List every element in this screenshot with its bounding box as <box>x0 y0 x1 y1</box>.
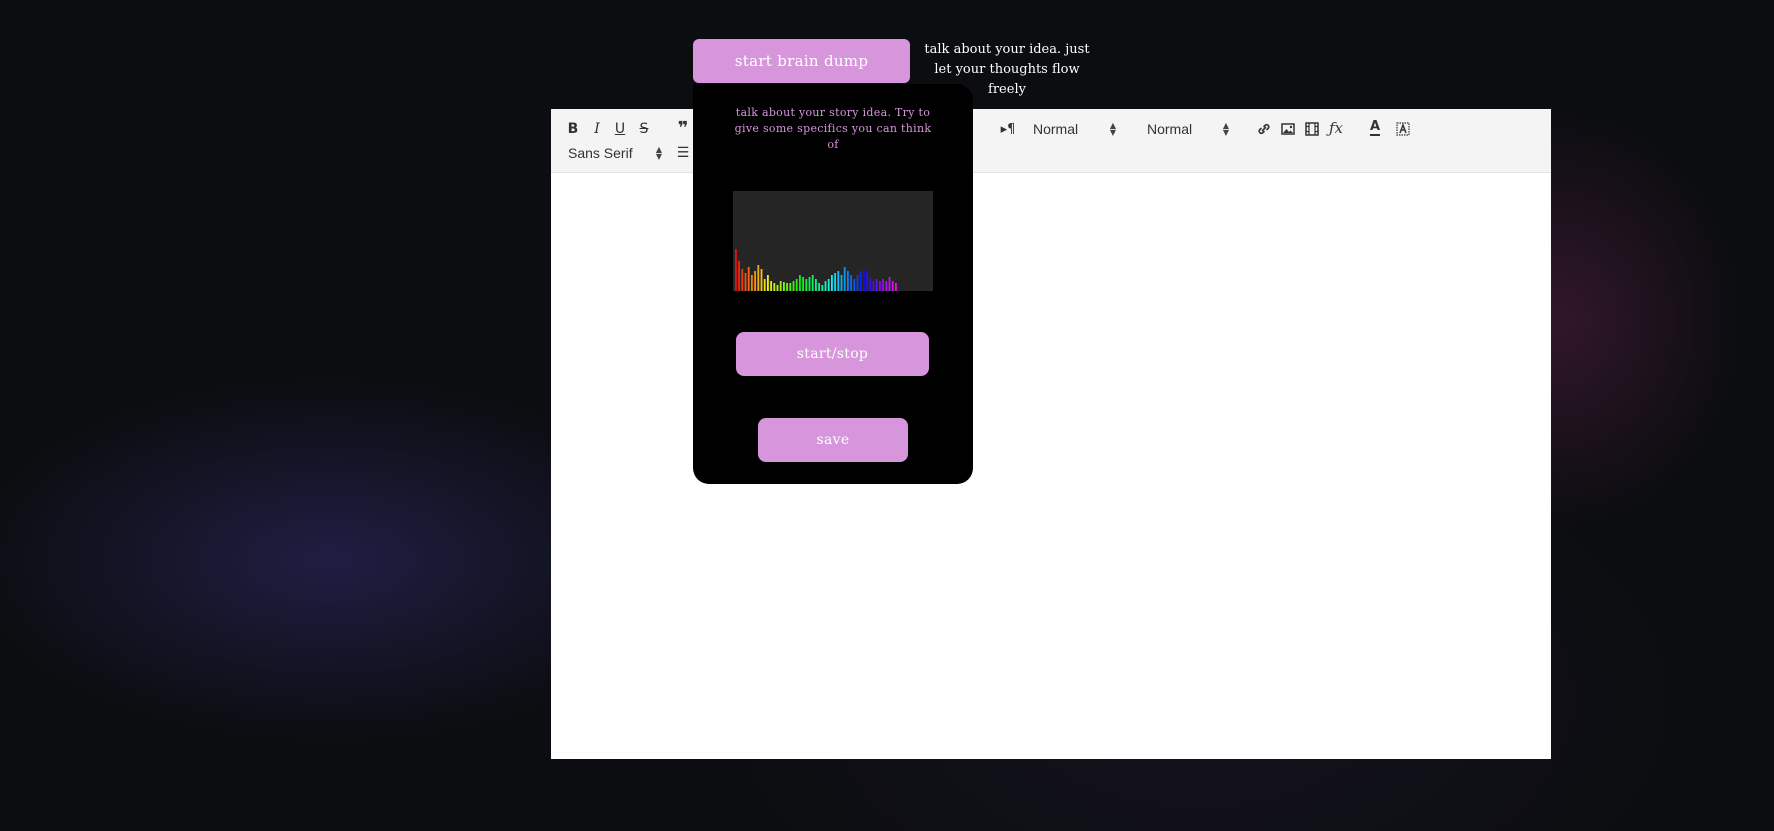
visualizer-bar <box>744 273 747 291</box>
visualizer-bar <box>754 271 756 291</box>
strike-icon[interactable]: S <box>633 118 655 140</box>
visualizer-bar <box>802 277 804 291</box>
visualizer-bar <box>879 281 881 291</box>
visualizer-bar <box>815 279 817 291</box>
bold-icon[interactable]: B <box>562 118 584 140</box>
visualizer-bar <box>811 275 814 291</box>
header-select[interactable]: Normal ▲ ▼ <box>1033 118 1116 140</box>
visualizer-bar <box>859 271 862 291</box>
visualizer-bar <box>875 279 878 291</box>
direction-icon[interactable]: ▸¶ <box>997 118 1019 140</box>
visualizer-bar <box>747 267 750 291</box>
visualizer-bar <box>831 275 833 291</box>
font-select[interactable]: Sans Serif ▲ ▼ <box>568 142 662 164</box>
blockquote-icon[interactable]: ❞ <box>672 117 694 139</box>
visualizer-bar <box>840 275 843 291</box>
visualizer-bar <box>869 277 872 291</box>
italic-icon[interactable]: I <box>586 118 608 140</box>
background-color-icon[interactable] <box>1392 118 1414 140</box>
story-idea-hint: talk about your story idea. Try to give … <box>734 106 932 151</box>
image-icon[interactable] <box>1277 118 1299 140</box>
visualizer-bar <box>850 275 852 291</box>
visualizer-bar <box>805 279 808 291</box>
brain-dump-panel: talk about your story idea. Try to give … <box>693 84 973 484</box>
visualizer-bar <box>757 265 760 291</box>
underline-icon[interactable]: U <box>609 118 631 140</box>
visualizer-bar <box>843 267 846 291</box>
visualizer-bar <box>827 279 830 291</box>
text-color-icon[interactable]: A <box>1364 117 1386 139</box>
visualizer-bar <box>767 275 769 291</box>
visualizer-bar <box>783 282 785 291</box>
visualizer-bar <box>741 269 744 291</box>
visualizer-bar <box>882 279 884 291</box>
visualizer-bar <box>776 285 779 291</box>
visualizer-bar <box>786 283 788 291</box>
visualizer-bar <box>738 261 740 291</box>
visualizer-bar <box>885 281 888 291</box>
start-stop-button[interactable]: start/stop <box>736 332 929 376</box>
visualizer-bar <box>735 249 737 291</box>
link-icon[interactable] <box>1253 118 1275 140</box>
visualizer-bar <box>789 283 792 291</box>
visualizer-bar <box>853 279 856 291</box>
save-button[interactable]: save <box>758 418 908 462</box>
visualizer-bar <box>866 271 868 291</box>
visualizer-bar <box>799 275 801 291</box>
visualizer-bar <box>795 279 798 291</box>
visualizer-bar <box>821 285 824 291</box>
start-brain-dump-button[interactable]: start brain dump <box>693 39 910 83</box>
visualizer-bar <box>891 281 894 291</box>
visualizer-bar <box>792 281 795 291</box>
visualizer-bar <box>751 275 753 291</box>
visualizer-bar <box>834 273 836 291</box>
visualizer-bar <box>773 283 776 291</box>
visualizer-bar <box>760 269 763 291</box>
visualizer-bar <box>763 279 766 291</box>
visualizer-bar <box>779 281 782 291</box>
audio-visualizer <box>733 191 933 291</box>
video-icon[interactable] <box>1301 118 1323 140</box>
select-arrows-icon: ▲ ▼ <box>1109 121 1116 137</box>
visualizer-bar <box>872 281 875 291</box>
select-arrows-icon: ▲ ▼ <box>1222 121 1229 137</box>
select-arrows-icon: ▲ ▼ <box>655 145 662 161</box>
visualizer-bar <box>847 271 849 291</box>
visualizer-bar <box>824 281 827 291</box>
visualizer-bar <box>895 283 897 291</box>
formula-icon[interactable]: ƒx <box>1325 117 1347 139</box>
visualizer-bar <box>770 281 772 291</box>
visualizer-bar <box>856 275 859 291</box>
visualizer-bar <box>837 271 840 291</box>
visualizer-bar <box>863 269 865 291</box>
visualizer-bar <box>808 277 811 291</box>
list-icon[interactable]: ☰ <box>672 142 694 164</box>
visualizer-bar <box>818 283 820 291</box>
size-select[interactable]: Normal ▲ ▼ <box>1147 118 1229 140</box>
visualizer-bar <box>888 277 891 291</box>
